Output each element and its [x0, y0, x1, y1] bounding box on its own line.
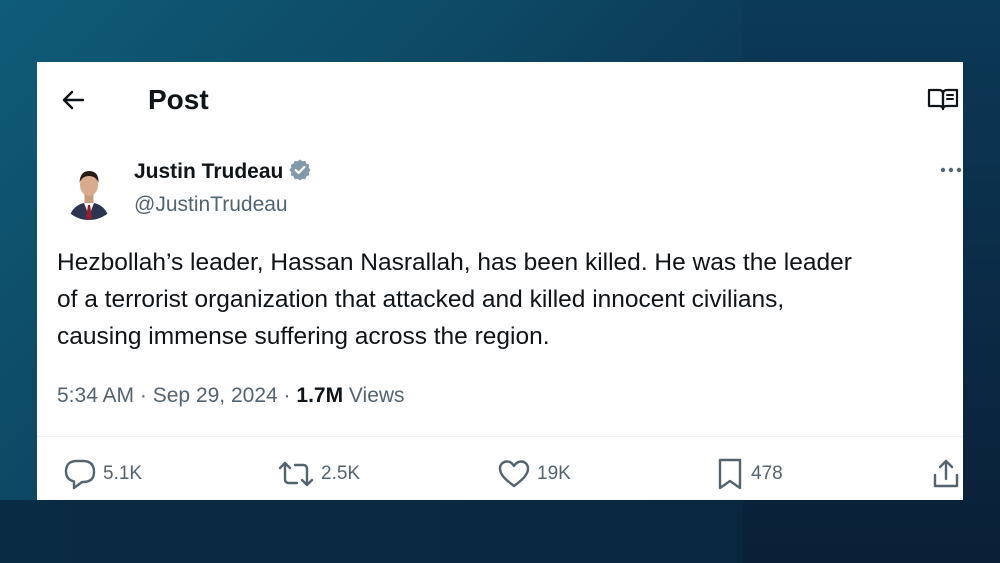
arrow-left-icon — [60, 89, 86, 111]
share-icon — [931, 458, 961, 490]
more-dots-icon — [937, 158, 963, 182]
heart-icon — [497, 458, 531, 490]
tweet-line: Hezbollah’s leader, Hassan Nasrallah, ha… — [57, 249, 852, 276]
verified-badge-icon — [289, 159, 311, 181]
author-handle[interactable]: @JustinTrudeau — [134, 192, 288, 218]
repost-button[interactable]: 2.5K — [277, 457, 360, 491]
meta-separator: · — [283, 384, 291, 407]
bookmark-button[interactable]: 478 — [715, 457, 783, 491]
like-count: 19K — [537, 463, 571, 484]
reply-bubble-icon — [63, 458, 97, 490]
tweet-line: causing immense suffering across the reg… — [57, 323, 550, 350]
author-name[interactable]: Justin Trudeau — [134, 159, 311, 185]
post-time[interactable]: 5:34 AM — [57, 384, 134, 407]
share-button[interactable] — [931, 457, 961, 491]
more-options-button[interactable] — [937, 158, 963, 182]
back-button[interactable] — [55, 82, 91, 118]
avatar[interactable] — [59, 160, 119, 220]
like-button[interactable]: 19K — [497, 457, 571, 491]
views-count: 1.7M — [296, 384, 344, 407]
reply-count: 5.1K — [103, 463, 143, 484]
author-row: Justin Trudeau @JustinTrudeau — [37, 154, 963, 224]
post-card: Post Justin Trudeau @JustinTrudeau Hezbo… — [37, 62, 963, 500]
background-panel-bottom — [0, 500, 743, 563]
author-name-text: Justin Trudeau — [134, 160, 284, 183]
meta-separator: · — [139, 384, 147, 407]
page-title: Post — [148, 84, 209, 115]
bookmark-icon — [715, 457, 745, 491]
post-meta: 5:34 AM · Sep 29, 2024 · 1.7M Views — [57, 382, 405, 410]
divider — [37, 436, 963, 437]
bookmark-count: 478 — [751, 463, 783, 484]
views-label: Views — [348, 384, 405, 407]
tweet-text: Hezbollah’s leader, Hassan Nasrallah, ha… — [57, 244, 963, 355]
tweet-line: of a terrorist organization that attacke… — [57, 286, 785, 313]
reply-button[interactable]: 5.1K — [63, 457, 142, 491]
post-date[interactable]: Sep 29, 2024 — [153, 384, 278, 407]
repost-count: 2.5K — [321, 463, 361, 484]
repost-icon — [277, 458, 315, 490]
post-header: Post — [37, 62, 963, 134]
book-open-icon — [927, 87, 959, 111]
reader-mode-button[interactable] — [925, 84, 961, 114]
